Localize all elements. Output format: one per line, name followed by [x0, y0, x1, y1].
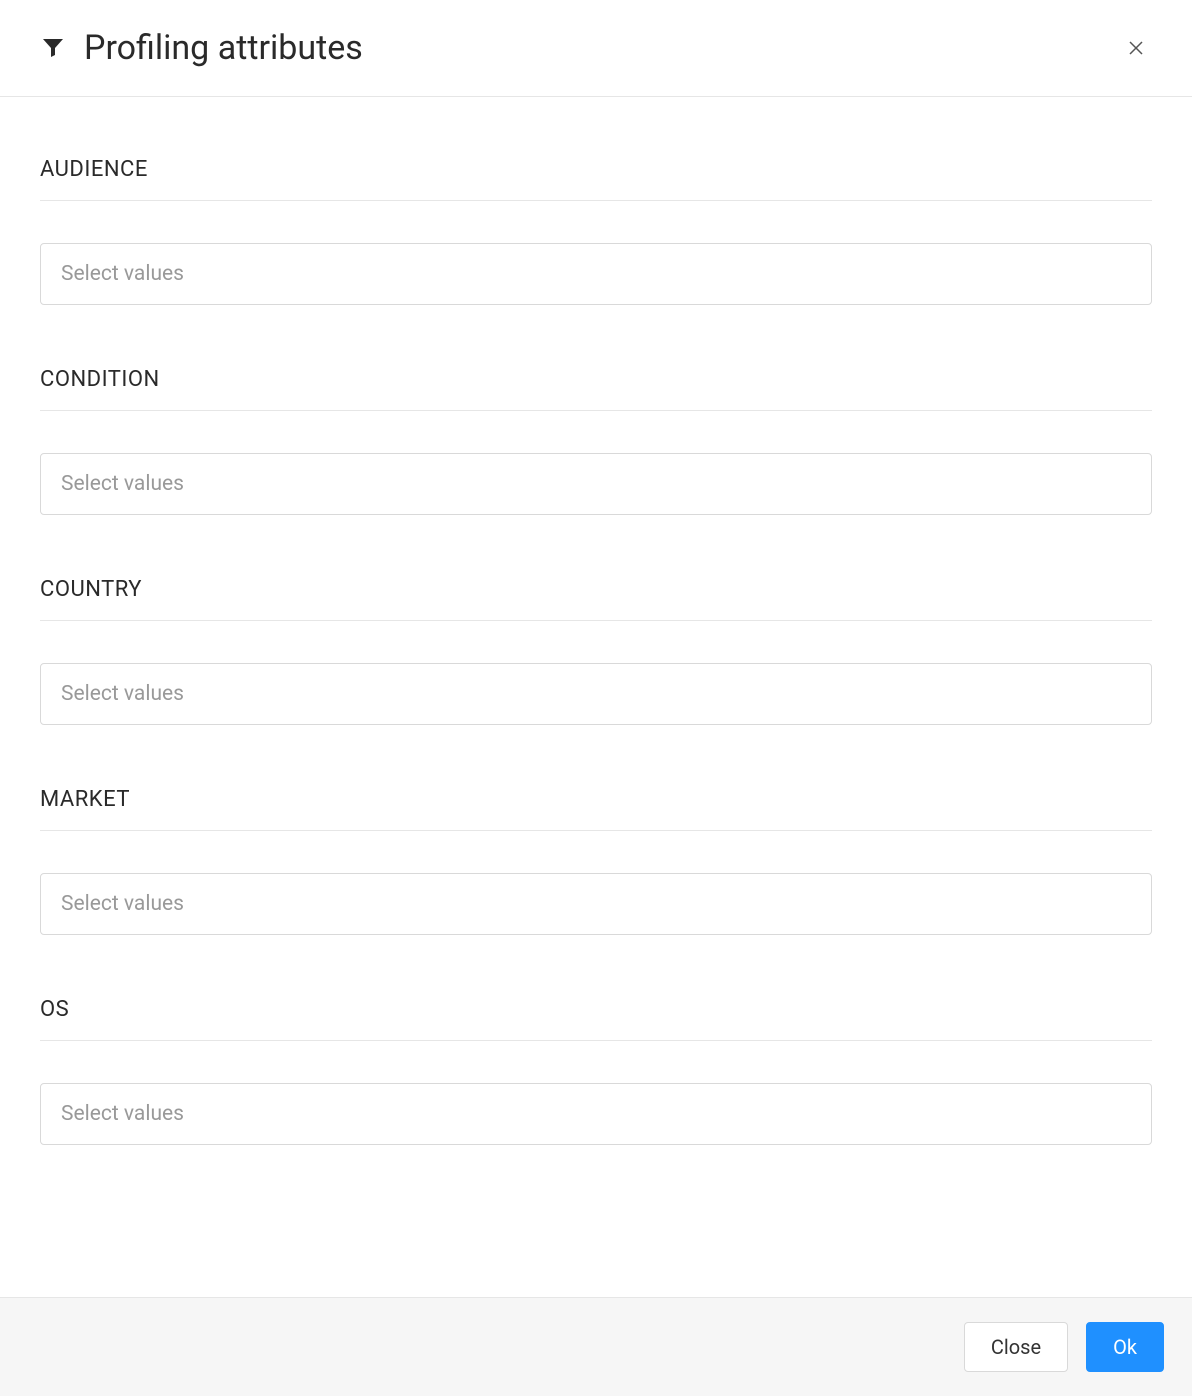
section-label-os: OS [40, 997, 1152, 1041]
modal-body[interactable]: AUDIENCE CONDITION COUNTRY MARKET OS [0, 97, 1192, 1297]
modal-footer: Close Ok [0, 1297, 1192, 1396]
market-select[interactable] [40, 873, 1152, 935]
section-market: MARKET [40, 787, 1152, 935]
modal-title: Profiling attributes [84, 28, 363, 68]
section-condition: CONDITION [40, 367, 1152, 515]
close-button[interactable]: Close [964, 1322, 1068, 1372]
close-icon [1127, 39, 1145, 57]
ok-button[interactable]: Ok [1086, 1322, 1164, 1372]
header-left: Profiling attributes [40, 28, 363, 68]
section-country: COUNTRY [40, 577, 1152, 725]
section-label-country: COUNTRY [40, 577, 1152, 621]
audience-select[interactable] [40, 243, 1152, 305]
country-select[interactable] [40, 663, 1152, 725]
close-icon-button[interactable] [1120, 32, 1152, 64]
section-label-audience: AUDIENCE [40, 157, 1152, 201]
funnel-icon [40, 35, 66, 61]
section-audience: AUDIENCE [40, 157, 1152, 305]
section-label-market: MARKET [40, 787, 1152, 831]
section-os: OS [40, 997, 1152, 1145]
section-label-condition: CONDITION [40, 367, 1152, 411]
condition-select[interactable] [40, 453, 1152, 515]
modal-header: Profiling attributes [0, 0, 1192, 97]
os-select[interactable] [40, 1083, 1152, 1145]
